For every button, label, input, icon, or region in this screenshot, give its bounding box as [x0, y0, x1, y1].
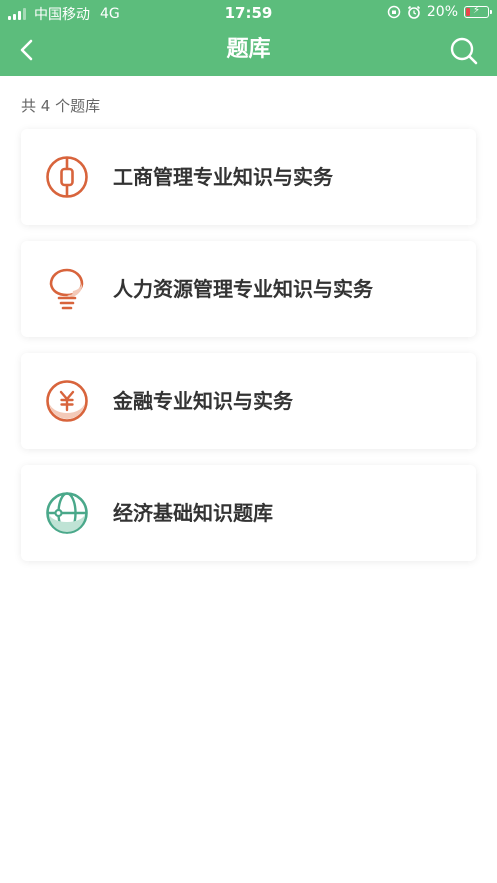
list-item-label: 金融专业知识与实务	[113, 389, 293, 413]
header: 中国移动 4G 17:59 20% ⚡ 题库	[0, 0, 497, 76]
list-item-label: 人力资源管理专业知识与实务	[113, 277, 373, 301]
list-item-label: 工商管理专业知识与实务	[113, 165, 333, 189]
coin-icon	[46, 156, 88, 198]
orientation-lock-icon	[387, 5, 401, 19]
battery-label: 20%	[426, 4, 458, 20]
lightbulb-icon	[49, 268, 84, 310]
page-title: 题库	[226, 37, 271, 62]
alarm-icon	[407, 5, 420, 19]
battery-icon: ⚡	[464, 5, 492, 18]
bank-count-label: 共 4 个题库	[21, 97, 101, 115]
list-item-hr[interactable]: 人力资源管理专业知识与实务	[21, 241, 476, 337]
status-bar: 中国移动 4G 17:59 20% ⚡	[0, 0, 497, 26]
search-icon[interactable]	[449, 36, 479, 66]
list-item-label: 经济基础知识题库	[113, 501, 273, 525]
list-item-finance[interactable]: 金融专业知识与实务	[21, 353, 476, 449]
globe-icon	[46, 492, 88, 534]
list-item-economics[interactable]: 经济基础知识题库	[21, 465, 476, 561]
yen-icon	[46, 380, 88, 422]
status-right: 20% ⚡	[387, 4, 492, 20]
list-item-business-admin[interactable]: 工商管理专业知识与实务	[21, 129, 476, 225]
